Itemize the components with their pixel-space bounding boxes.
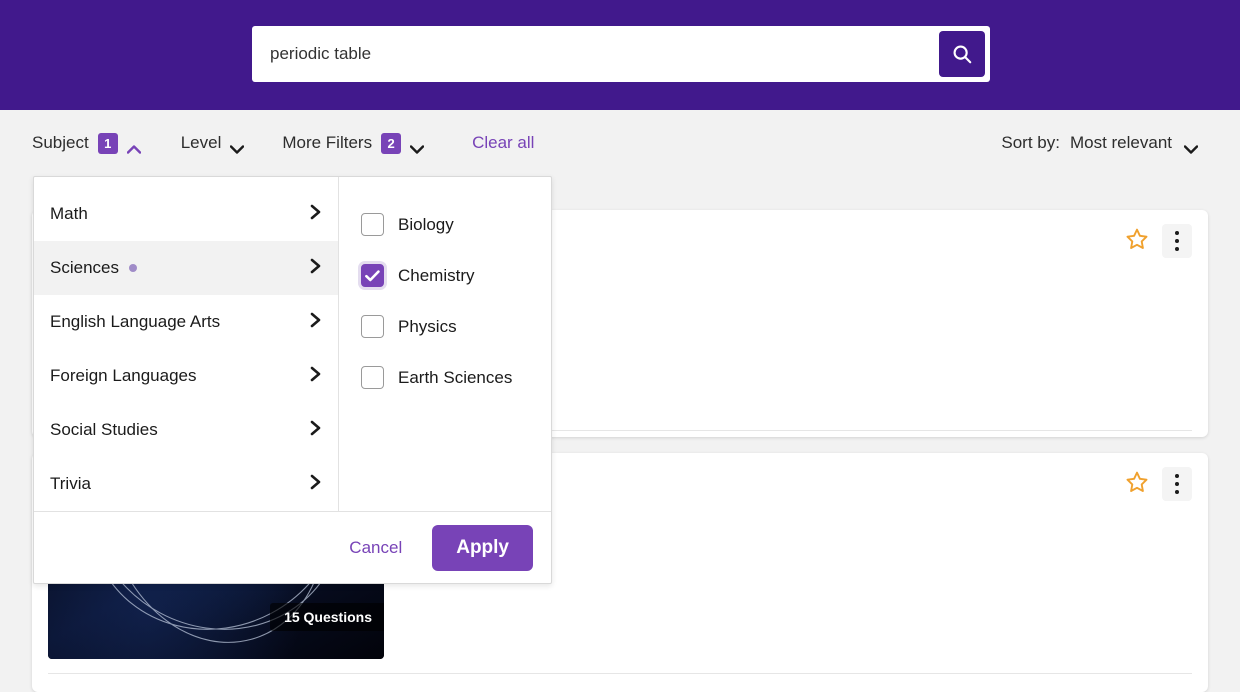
result-more-options-button[interactable]: [1162, 467, 1192, 501]
subject-row-math[interactable]: Math: [34, 187, 338, 241]
chevron-up-icon: [126, 139, 141, 154]
sort-by-label: Sort by:: [1001, 133, 1060, 152]
chevron-right-icon: [310, 312, 322, 333]
filter-level-label: Level: [180, 133, 222, 152]
checkbox-row-earth-sciences[interactable]: Earth Sciences: [361, 352, 551, 403]
check-icon: [365, 269, 380, 281]
subject-label: Social Studies: [50, 420, 158, 439]
chevron-right-icon: [310, 204, 322, 225]
subject-row-content: Math: [50, 204, 310, 224]
subject-label: Sciences: [50, 258, 119, 277]
kebab-dot-icon: [1175, 239, 1179, 243]
chevron-right-icon: [310, 366, 322, 387]
kebab-dot-icon: [1175, 490, 1179, 494]
chevron-down-icon: [230, 139, 245, 154]
subject-label: Math: [50, 204, 88, 223]
sort-value-dropdown[interactable]: Most relevant: [1069, 129, 1199, 157]
chevron-down-icon: [1183, 139, 1199, 154]
subject-label: Trivia: [50, 474, 91, 493]
subject-row-content: Sciences: [50, 258, 310, 278]
subject-row-sciences[interactable]: Sciences: [34, 241, 338, 295]
sort-control: Sort by: Most relevant: [1001, 129, 1240, 157]
search-icon: [953, 45, 972, 64]
cancel-button[interactable]: Cancel: [335, 528, 416, 568]
filter-more-filters[interactable]: More Filters 2: [282, 129, 425, 158]
subject-row-social-studies[interactable]: Social Studies: [34, 403, 338, 457]
filter-subject-badge: 1: [97, 132, 118, 154]
kebab-dot-icon: [1175, 474, 1179, 478]
checkbox-unchecked-icon[interactable]: [361, 213, 384, 236]
checkbox-label: Biology: [398, 214, 454, 234]
kebab-dot-icon: [1175, 247, 1179, 251]
app-header: [0, 0, 1240, 110]
subject-row-foreign-languages[interactable]: Foreign Languages: [34, 349, 338, 403]
search-button[interactable]: [939, 31, 985, 77]
filter-more-filters-badge: 2: [381, 132, 402, 154]
checkbox-label: Physics: [398, 316, 457, 336]
chevron-right-icon: [310, 474, 322, 495]
checkbox-unchecked-icon[interactable]: [361, 315, 384, 338]
checkbox-checked-icon[interactable]: [361, 264, 384, 287]
checkbox-row-physics[interactable]: Physics: [361, 301, 551, 352]
filter-more-filters-label: More Filters: [282, 133, 373, 152]
dropdown-columns: Math Sciences English Language Arts Fore…: [34, 177, 551, 511]
selection-dot-icon: [128, 264, 137, 272]
subject-label: Foreign Languages: [50, 366, 197, 385]
checkbox-unchecked-icon[interactable]: [361, 366, 384, 389]
kebab-dot-icon: [1175, 482, 1179, 486]
star-icon: [1126, 471, 1148, 492]
subject-row-content: Social Studies: [50, 420, 310, 440]
favorite-star-button[interactable]: [1122, 467, 1152, 497]
search-input[interactable]: [252, 26, 939, 82]
clear-all-button[interactable]: Clear all: [472, 129, 534, 157]
chevron-right-icon: [310, 420, 322, 441]
apply-button[interactable]: Apply: [432, 524, 533, 571]
chevron-right-icon: [310, 258, 322, 279]
dropdown-footer: Cancel Apply: [34, 511, 551, 583]
filter-level[interactable]: Level: [181, 129, 245, 157]
chevron-down-icon: [409, 139, 425, 154]
result-example-question: Example question: Which subatomic partic…: [48, 673, 1192, 692]
questions-count-badge: 15 Questions: [270, 603, 384, 631]
filter-bar: Subject 1 Level More Filters 2 Clear all…: [0, 110, 1240, 176]
subject-row-english-language-arts[interactable]: English Language Arts: [34, 295, 338, 349]
filter-subject[interactable]: Subject 1: [32, 129, 141, 158]
checkbox-row-chemistry[interactable]: Chemistry: [361, 250, 551, 301]
result-actions: [1122, 467, 1192, 501]
sort-value-label: Most relevant: [1069, 133, 1172, 152]
subject-filter-dropdown: Math Sciences English Language Arts Fore…: [33, 176, 552, 584]
search-bar: [252, 26, 990, 82]
subject-row-content: Foreign Languages: [50, 366, 310, 386]
subject-label: English Language Arts: [50, 312, 221, 331]
subject-category-list: Math Sciences English Language Arts Fore…: [34, 177, 339, 511]
subject-row-content: Trivia: [50, 474, 310, 494]
favorite-star-button[interactable]: [1122, 224, 1152, 254]
checkbox-label: Earth Sciences: [398, 367, 513, 387]
subject-row-trivia[interactable]: Trivia: [34, 457, 338, 511]
subject-options-list: Biology Chemistry Physics Earth Sciences: [339, 177, 551, 511]
subject-row-content: English Language Arts: [50, 312, 310, 332]
kebab-dot-icon: [1175, 231, 1179, 235]
result-actions: [1122, 224, 1192, 258]
checkbox-label: Chemistry: [398, 265, 475, 285]
filter-subject-label: Subject: [32, 133, 89, 152]
star-icon: [1126, 228, 1148, 249]
checkbox-row-biology[interactable]: Biology: [361, 199, 551, 250]
result-more-options-button[interactable]: [1162, 224, 1192, 258]
